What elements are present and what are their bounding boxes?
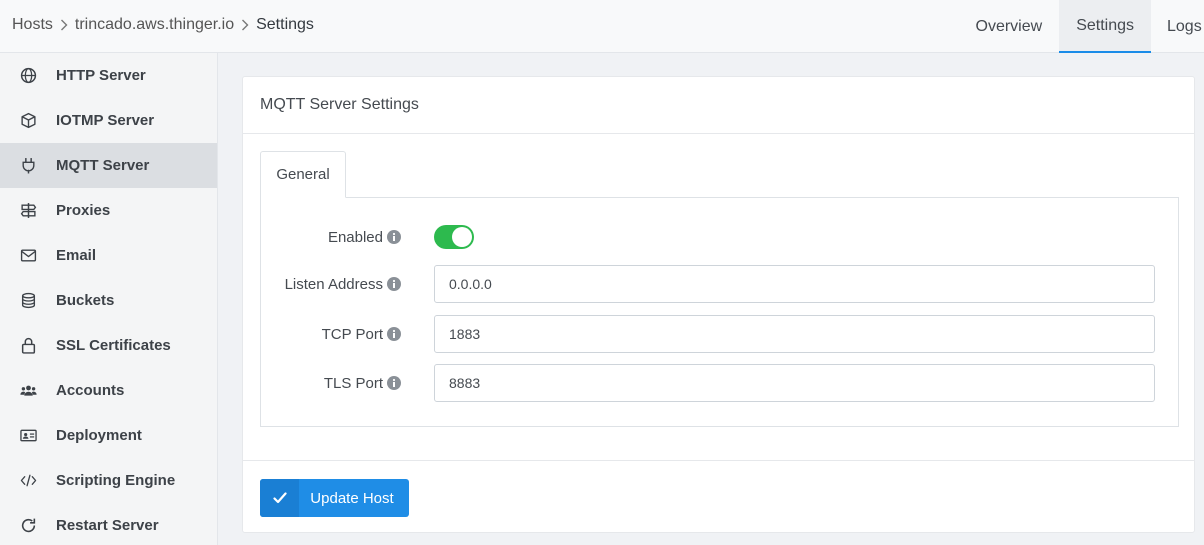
info-icon[interactable] — [387, 327, 401, 341]
signpost-icon — [19, 202, 37, 220]
breadcrumb-hosts[interactable]: Hosts — [12, 16, 53, 34]
tls-port-label-wrap: TLS Port — [261, 375, 401, 392]
settings-tabs: General — [260, 151, 1179, 198]
code-icon — [19, 472, 37, 490]
tls-port-row: TLS Port — [261, 364, 1180, 402]
info-icon[interactable] — [387, 376, 401, 390]
sidebar-item-label: Buckets — [56, 292, 115, 309]
cube-icon — [19, 112, 37, 130]
top-header: Hosts trincado.aws.thinger.io Settings O… — [0, 0, 1204, 53]
sidebar-item-label: Email — [56, 247, 97, 264]
listen-address-input[interactable] — [434, 265, 1155, 303]
tab-overview[interactable]: Overview — [959, 0, 1060, 53]
plug-icon — [19, 157, 37, 175]
sidebar-item-label: Proxies — [56, 202, 111, 219]
sidebar-item-deployment[interactable]: Deployment — [0, 413, 217, 458]
update-host-button[interactable]: Update Host — [260, 479, 409, 517]
tab-general[interactable]: General — [260, 151, 346, 198]
tab-logs[interactable]: Logs — [1151, 0, 1204, 53]
breadcrumb: Hosts trincado.aws.thinger.io Settings — [12, 0, 314, 50]
chevron-right-icon — [60, 19, 68, 31]
enabled-label-wrap: Enabled — [261, 229, 401, 246]
sidebar-item-mqtt-server[interactable]: MQTT Server — [0, 143, 217, 188]
sidebar-item-label: Accounts — [56, 382, 125, 399]
id-card-icon — [19, 427, 37, 445]
users-icon — [19, 382, 37, 400]
sidebar-item-label: Deployment — [56, 427, 142, 444]
general-tab-pane: Enabled Listen Address TCP Port — [260, 197, 1179, 427]
settings-card: MQTT Server Settings General Enabled Lis… — [242, 76, 1195, 533]
sidebar-item-http-server[interactable]: HTTP Server — [0, 53, 217, 98]
check-icon — [260, 479, 299, 517]
database-icon — [19, 292, 37, 310]
enabled-toggle[interactable] — [434, 225, 474, 249]
update-host-label: Update Host — [310, 489, 394, 507]
sidebar-item-label: HTTP Server — [56, 67, 146, 84]
listen-address-row: Listen Address — [261, 265, 1180, 303]
sidebar-item-label: IOTMP Server — [56, 112, 155, 129]
globe-icon — [19, 67, 37, 85]
info-icon[interactable] — [387, 277, 401, 291]
enabled-label: Enabled — [327, 228, 383, 246]
breadcrumb-current: Settings — [256, 16, 314, 33]
tcp-port-label: TCP Port — [321, 325, 383, 343]
sidebar-item-ssl-certificates[interactable]: SSL Certificates — [0, 323, 217, 368]
sidebar-item-email[interactable]: Email — [0, 233, 217, 278]
sidebar-item-accounts[interactable]: Accounts — [0, 368, 217, 413]
tab-settings[interactable]: Settings — [1059, 0, 1151, 53]
tls-port-label: TLS Port — [323, 374, 383, 392]
lock-icon — [19, 337, 37, 355]
sidebar-item-proxies[interactable]: Proxies — [0, 188, 217, 233]
card-footer-divider — [243, 460, 1194, 461]
sidebar: HTTP Server IOTMP Server MQTT Server Pro… — [0, 53, 218, 545]
sidebar-item-label: Scripting Engine — [56, 472, 176, 489]
listen-address-label: Listen Address — [284, 275, 383, 293]
sidebar-item-label: MQTT Server — [56, 157, 150, 174]
chevron-right-icon — [241, 19, 249, 31]
envelope-icon — [19, 247, 37, 265]
sidebar-item-scripting-engine[interactable]: Scripting Engine — [0, 458, 217, 503]
info-icon[interactable] — [387, 230, 401, 244]
tls-port-input[interactable] — [434, 364, 1155, 402]
card-title: MQTT Server Settings — [243, 77, 1194, 134]
tcp-port-label-wrap: TCP Port — [261, 326, 401, 343]
tcp-port-input[interactable] — [434, 315, 1155, 353]
top-tabs: Overview Settings Logs — [959, 0, 1204, 53]
listen-address-label-wrap: Listen Address — [261, 276, 401, 293]
toggle-knob — [452, 227, 472, 247]
breadcrumb-host[interactable]: trincado.aws.thinger.io — [75, 16, 234, 34]
sidebar-item-buckets[interactable]: Buckets — [0, 278, 217, 323]
tcp-port-row: TCP Port — [261, 315, 1180, 353]
sidebar-item-label: SSL Certificates — [56, 337, 171, 354]
sidebar-item-restart-server[interactable]: Restart Server — [0, 503, 217, 545]
redo-icon — [19, 517, 37, 535]
enabled-row: Enabled — [261, 225, 1180, 249]
sidebar-item-iotmp-server[interactable]: IOTMP Server — [0, 98, 217, 143]
sidebar-item-label: Restart Server — [56, 517, 159, 534]
